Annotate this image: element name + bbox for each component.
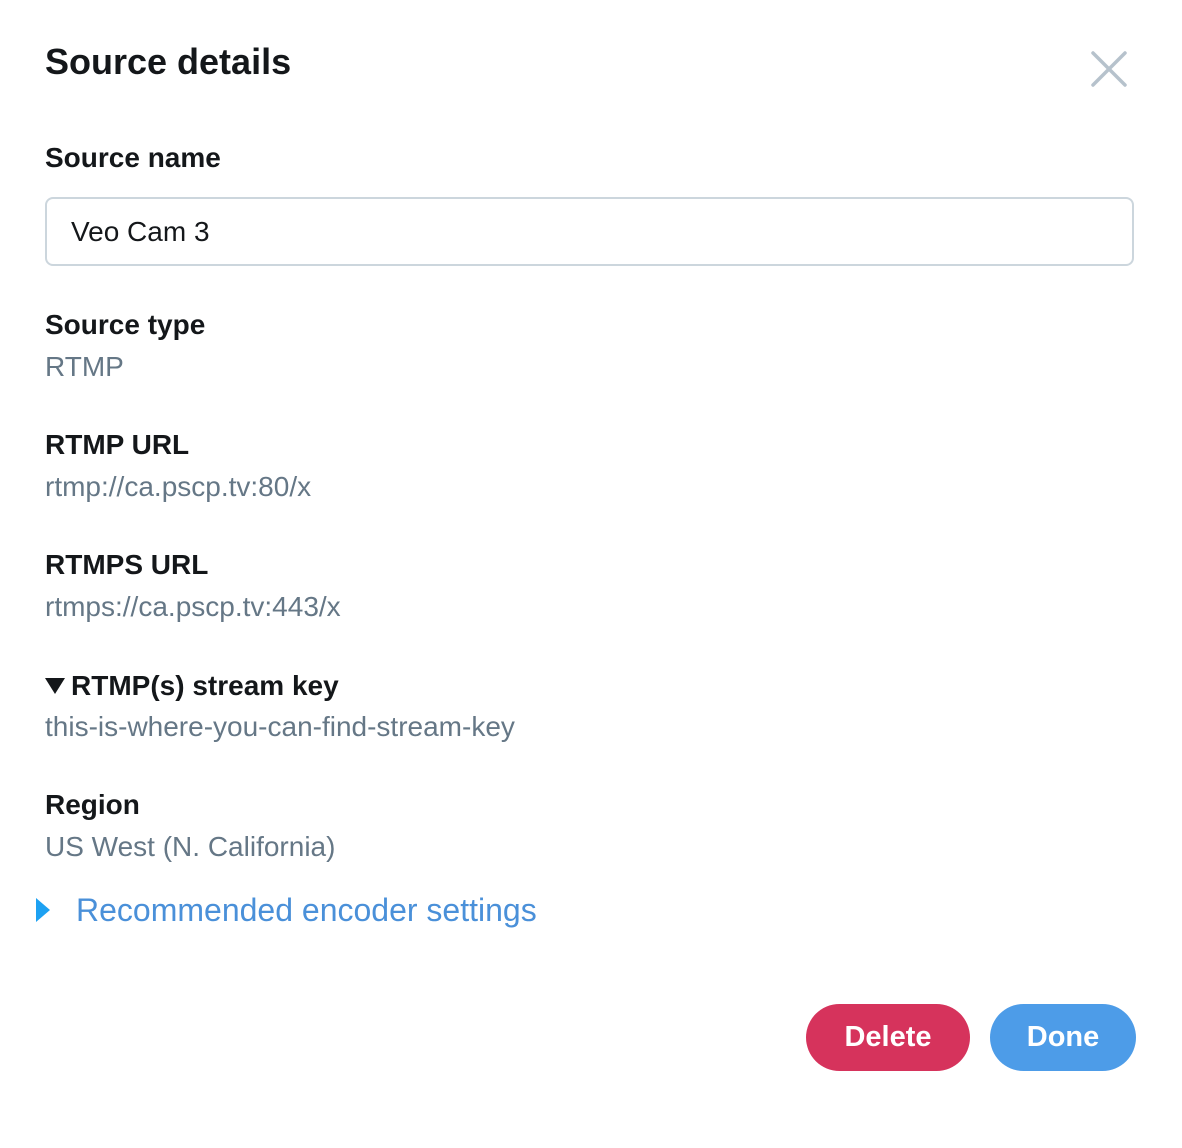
source-name-input[interactable] [47, 199, 1132, 264]
caret-right-icon [36, 898, 50, 922]
region-value: US West (N. California) [45, 831, 336, 862]
source-name-field[interactable] [45, 197, 1134, 266]
rtmps-url-label: RTMPS URL [45, 549, 209, 580]
source-type-label: Source type [45, 309, 206, 340]
rtmp-url-value: rtmp://ca.pscp.tv:80/x [45, 471, 312, 502]
stream-key-label: RTMP(s) stream key [71, 670, 339, 701]
dialog-title: Source details [45, 41, 292, 82]
source-name-label: Source name [45, 142, 221, 173]
source-details-dialog: Source details Source name Source type R… [0, 0, 1182, 1148]
done-button[interactable]: Done [990, 1004, 1136, 1071]
rtmp-url-label: RTMP URL [45, 429, 190, 460]
close-button[interactable] [1086, 46, 1132, 92]
stream-key-value: this-is-where-you-can-find-stream-key [45, 711, 515, 742]
encoder-settings-toggle[interactable]: Recommended encoder settings [36, 890, 537, 930]
close-icon [1091, 51, 1127, 87]
stream-key-toggle[interactable]: RTMP(s) stream key [45, 669, 339, 703]
encoder-settings-label: Recommended encoder settings [76, 892, 537, 928]
caret-down-icon [45, 678, 65, 694]
rtmps-url-value: rtmps://ca.pscp.tv:443/x [45, 591, 341, 622]
delete-button[interactable]: Delete [806, 1004, 970, 1071]
source-type-value: RTMP [45, 351, 124, 382]
region-label: Region [45, 789, 140, 820]
